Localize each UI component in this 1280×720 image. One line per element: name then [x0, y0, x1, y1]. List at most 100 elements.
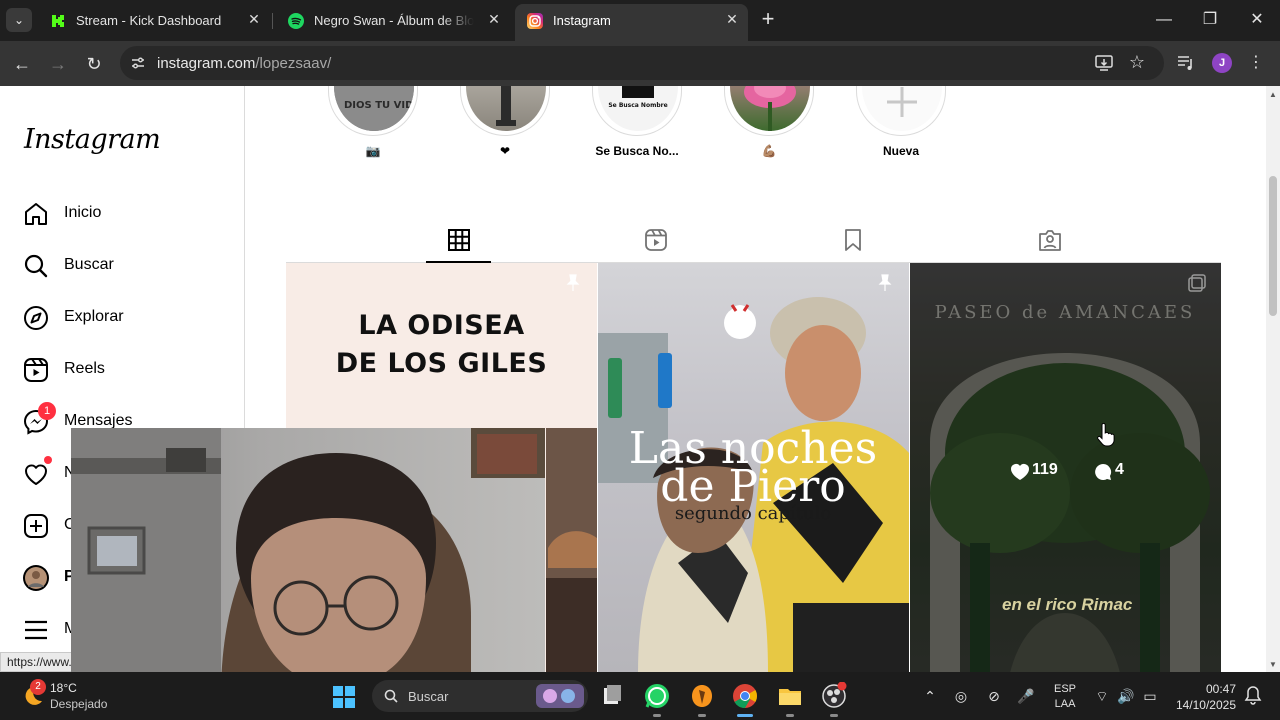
- show-hidden-icons-chevron-icon[interactable]: ⌃: [920, 686, 940, 706]
- address-bar[interactable]: instagram.com/lopezsaav/ ☆: [120, 46, 1164, 80]
- nav-buscar[interactable]: Buscar: [22, 246, 232, 286]
- microphone-icon[interactable]: 🎤: [1016, 686, 1036, 706]
- home-icon: [25, 203, 47, 225]
- language-code: ESP: [1054, 683, 1077, 695]
- notification-bell-icon[interactable]: [1244, 686, 1262, 706]
- language-indicator[interactable]: ESP LAA: [1054, 682, 1076, 712]
- nav-reels[interactable]: Reels: [22, 350, 232, 390]
- tab-separator: [272, 13, 273, 29]
- close-tab-icon[interactable]: ✕: [722, 9, 742, 29]
- webcam-feed: [71, 428, 545, 696]
- reload-icon[interactable]: ↻: [80, 50, 108, 78]
- highlight-ring: [856, 86, 946, 136]
- scroll-up-icon[interactable]: ▲: [1268, 90, 1278, 100]
- window-close-icon[interactable]: ✕: [1245, 8, 1269, 32]
- plus-icon: [887, 87, 917, 117]
- chrome-menu-icon[interactable]: ⋮: [1248, 53, 1264, 73]
- volume-icon[interactable]: 🔊: [1116, 686, 1136, 706]
- onedrive-icon[interactable]: ◎: [951, 686, 971, 706]
- reels-tab-icon[interactable]: [644, 228, 668, 252]
- profile-avatar: [23, 565, 49, 591]
- tab-kick[interactable]: Stream - Kick Dashboard ✕: [38, 5, 268, 37]
- tab-instagram[interactable]: Instagram ✕: [515, 4, 748, 41]
- nav-label: Inicio: [64, 204, 102, 221]
- close-tab-icon[interactable]: ✕: [484, 9, 504, 29]
- tab-search-button[interactable]: ⌄: [6, 8, 32, 32]
- post-tile-3[interactable]: PASEO de AMANCAES 119 4 en el rico Rimac: [910, 263, 1221, 672]
- heart-icon: [24, 464, 48, 485]
- create-icon: [24, 514, 48, 538]
- tagged-icon[interactable]: [1038, 228, 1062, 252]
- minimize-icon[interactable]: —: [1152, 8, 1176, 32]
- site-info-icon[interactable]: [130, 55, 146, 71]
- webcam-overlay[interactable]: [71, 428, 545, 696]
- chrome-app[interactable]: [731, 682, 759, 717]
- reels-icon: [24, 358, 48, 382]
- taskbar-search-box[interactable]: Buscar: [372, 680, 588, 712]
- obs-app[interactable]: [820, 681, 848, 717]
- highlight-thumbnail: Se Busca Nombre: [598, 86, 678, 131]
- weather-temperature[interactable]: 18°C: [50, 681, 77, 695]
- post-photo-fragment: [546, 428, 597, 672]
- wifi-icon[interactable]: ⌔: [1092, 686, 1112, 706]
- nav-explorar[interactable]: Explorar: [22, 298, 232, 338]
- obs-icon: [822, 681, 847, 708]
- highlight-caption: 📷: [365, 144, 381, 158]
- nav-label: Reels: [64, 360, 105, 377]
- spotify-icon: [288, 13, 304, 29]
- profile-avatar-button[interactable]: J: [1212, 53, 1232, 73]
- kick-icon: [50, 13, 66, 29]
- windows-start-icon[interactable]: [333, 686, 355, 708]
- post-3-caption: en el rico Rimac: [1002, 595, 1133, 614]
- comments-count: 4: [1115, 461, 1124, 478]
- whatsapp-icon: [645, 684, 669, 708]
- media-control-icon[interactable]: [1176, 53, 1196, 73]
- post-tile-2[interactable]: Las noches de Piero segundo capítulo: [598, 263, 909, 672]
- scroll-down-icon[interactable]: ▼: [1268, 660, 1278, 670]
- browser-toolbar: ← → ↻ instagram.com/lopezsaav/ ☆ J ⋮: [0, 41, 1280, 86]
- highlight-thumbnail: [466, 86, 546, 131]
- highlight-ring: Se Busca Nombre: [592, 86, 682, 136]
- running-indicator: [653, 714, 661, 717]
- posts-grid-icon[interactable]: [447, 228, 471, 252]
- menu-icon: [25, 620, 47, 640]
- fl-studio-app[interactable]: [688, 682, 716, 717]
- highlight-artwork: [496, 86, 516, 126]
- post-headline-line-2: DE LOS GILES: [335, 348, 548, 379]
- highlight-caption: Se Busca No...: [595, 144, 679, 158]
- battery-icon[interactable]: ▭: [1140, 686, 1160, 706]
- restore-icon[interactable]: ❐: [1198, 8, 1222, 32]
- scrollbar-thumb[interactable]: [1269, 176, 1277, 316]
- pinned-icon: [566, 274, 580, 291]
- mouse-hand-cursor: [1097, 423, 1115, 447]
- highlight-ring: DIOS TU VIDA: [328, 86, 418, 136]
- cloud-off-icon[interactable]: ⊘: [984, 686, 1004, 706]
- search-icon: [384, 689, 398, 703]
- back-icon[interactable]: ←: [8, 50, 36, 78]
- file-explorer-app[interactable]: [776, 682, 804, 717]
- close-tab-icon[interactable]: ✕: [244, 9, 264, 29]
- whatsapp-app[interactable]: [643, 682, 671, 717]
- nav-inicio[interactable]: Inicio: [22, 194, 232, 234]
- url-text: instagram.com/lopezsaav/: [157, 55, 331, 72]
- forward-icon[interactable]: →: [44, 50, 72, 78]
- instagram-logo[interactable]: Instagram: [24, 124, 161, 155]
- running-indicator: [698, 714, 706, 717]
- tab-spotify[interactable]: Negro Swan - Álbum de Blood Orange ✕: [276, 5, 506, 37]
- highlight-caption: 💪🏽: [761, 144, 777, 158]
- new-tab-button[interactable]: +: [756, 8, 780, 32]
- page-scrollbar[interactable]: ▲ ▼: [1266, 86, 1280, 672]
- task-view-app[interactable]: [598, 682, 626, 710]
- bookmark-star-icon[interactable]: ☆: [1126, 51, 1148, 73]
- likes-count: 119: [1032, 461, 1058, 478]
- notification-dot: [44, 456, 52, 464]
- clock[interactable]: 00:47 14/10/2025: [1168, 681, 1236, 713]
- post-2-subtitle: segundo capítulo: [675, 503, 831, 524]
- saved-bookmark-icon[interactable]: [841, 228, 865, 252]
- folder-icon: [779, 689, 801, 705]
- install-app-icon[interactable]: [1094, 53, 1114, 73]
- flower-artwork: [744, 86, 796, 131]
- search-highlight-image: [536, 684, 584, 708]
- task-view-icon: [604, 685, 621, 704]
- weather-condition[interactable]: Despejado: [50, 697, 107, 711]
